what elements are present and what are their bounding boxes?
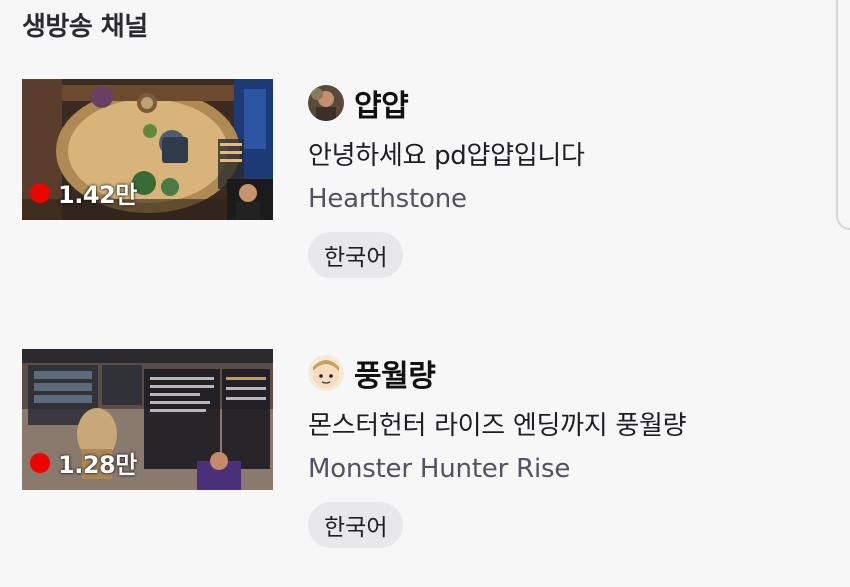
channel-info: 얍얍 안녕하세요 pd얍얍입니다 Hearthstone 한국어 — [308, 79, 585, 278]
stream-title[interactable]: 몬스터헌터 라이즈 엔딩까지 풍월량 — [308, 405, 687, 442]
scroll-edge-divider — [836, 0, 850, 230]
cartoon-avatar-icon[interactable] — [308, 355, 344, 391]
viewer-count-badge: 1.42만 — [30, 175, 137, 210]
live-indicator-icon — [30, 452, 50, 473]
section-title: 생방송 채널 — [22, 12, 148, 42]
viewer-count: 1.28만 — [58, 451, 137, 479]
game-name[interactable]: Monster Hunter Rise — [308, 454, 686, 484]
channel-info: 풍월량 몬스터헌터 라이즈 엔딩까지 풍월량 Monster Hunter Ri… — [308, 349, 687, 548]
channel-card[interactable]: 1.28만 풍월량 몬스터헌터 라이즈 엔딩까지 풍월량 Monster Hun… — [22, 349, 822, 569]
stream-thumbnail[interactable]: 1.28만 — [22, 349, 273, 490]
channel-name[interactable]: 풍월량 — [354, 351, 436, 395]
channel-name[interactable]: 얍얍 — [354, 81, 409, 125]
stream-title[interactable]: 안녕하세요 pd얍얍입니다 — [308, 135, 585, 172]
language-tag[interactable]: 한국어 — [308, 232, 404, 278]
viewer-count: 1.42만 — [58, 181, 137, 209]
live-indicator-icon — [30, 182, 50, 203]
stream-thumbnail[interactable]: 1.42만 — [22, 79, 273, 220]
game-name[interactable]: Hearthstone — [308, 184, 585, 214]
viewer-count-badge: 1.28만 — [30, 445, 137, 480]
streamer-avatar-icon[interactable] — [308, 85, 344, 121]
channel-card[interactable]: 1.42만 얍얍 안녕하세요 pd얍얍입니다 Hearthstone 한국어 — [22, 79, 822, 299]
language-tag[interactable]: 한국어 — [308, 502, 404, 548]
